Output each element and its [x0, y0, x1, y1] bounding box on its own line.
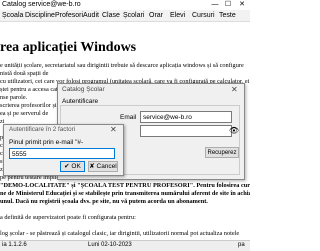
ok-button[interactable]: ✔ OK: [60, 161, 85, 172]
twofa-dialog-title: Autentificare în 2 factori: [9, 126, 76, 133]
document-line: unul. Dacă nu registrii școala dvs. pe s…: [0, 198, 208, 205]
menu-orar[interactable]: Orar: [149, 10, 163, 21]
document-line: nistă două spații de: [0, 70, 49, 77]
login-dialog-close-icon[interactable]: ✕: [231, 84, 238, 95]
window-title: Catalog service@we-b.ro: [2, 1, 81, 8]
twofa-dialog-close-icon[interactable]: ✕: [110, 125, 117, 135]
document-line: a definită de supervizatori poate fi con…: [0, 214, 136, 221]
document-line: "DEMO-LOCALITATE" și "ȘCOALA TEST PENTRU…: [0, 182, 250, 189]
show-password-eye-icon[interactable]: 👁: [228, 125, 240, 137]
document-line: ne de Ministerul Educației și se stabile…: [0, 190, 250, 197]
menu-scolari[interactable]: Școlari: [123, 10, 144, 21]
maximize-button[interactable]: ☐: [223, 0, 233, 9]
menu-clase[interactable]: Clase: [102, 10, 120, 21]
cancel-button[interactable]: ✘ Cancel: [88, 161, 118, 172]
menu-discipline[interactable]: Discipline: [25, 10, 55, 21]
login-dialog-title: Catalog Școlar: [62, 86, 105, 93]
pin-input[interactable]: 5555: [9, 148, 115, 159]
status-version: ia 1.1.2.6: [2, 242, 27, 248]
close-window-button[interactable]: ✕: [237, 0, 247, 9]
menu-elevi[interactable]: Elevi: [170, 10, 185, 21]
menu-teste[interactable]: Teste: [219, 10, 236, 21]
auth-group-label: Autentificare: [62, 98, 99, 105]
recover-button[interactable]: Recuperez: [205, 147, 239, 158]
document-line: e unității școlare, secretariatul sau di…: [0, 62, 244, 69]
email-label: Email: [120, 114, 137, 121]
document-line: log școlar - se păstrează și catalogul c…: [0, 230, 240, 237]
menu-profesori[interactable]: Profesori: [55, 10, 83, 21]
minimize-button[interactable]: —: [210, 0, 220, 9]
status-user: pa: [238, 242, 245, 248]
pin-label: Pinul primit prin e-mail "#-: [9, 139, 84, 146]
menu-cursuri[interactable]: Cursuri: [192, 10, 215, 21]
menu-scoala[interactable]: Școala: [2, 10, 23, 21]
password-field[interactable]: [140, 125, 232, 137]
menu-audit[interactable]: Audit: [83, 10, 99, 21]
document-title: rea aplicației Windows: [0, 40, 137, 55]
email-field[interactable]: service@we-b.ro: [140, 111, 232, 123]
status-date: Luni 02-10-2023: [88, 242, 132, 248]
